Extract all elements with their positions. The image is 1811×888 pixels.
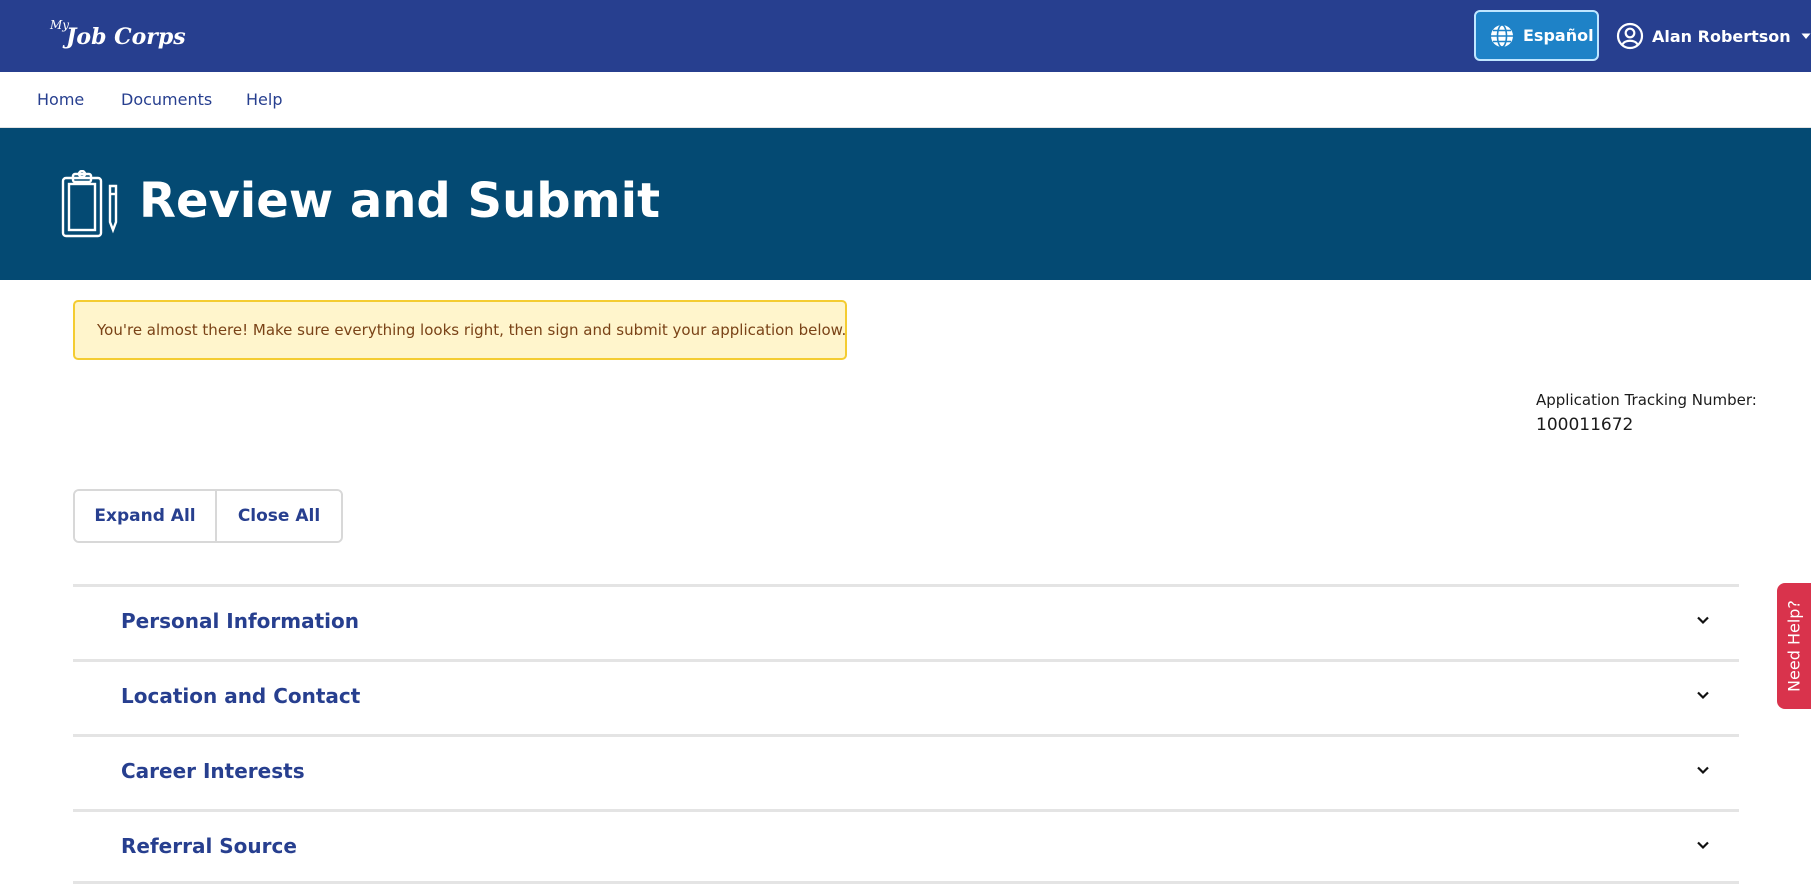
section-location-and-contact[interactable]: Location and Contact bbox=[73, 659, 1739, 734]
language-button-label: Español bbox=[1523, 26, 1594, 45]
chevron-down-icon bbox=[1697, 691, 1709, 700]
section-title: Personal Information bbox=[121, 609, 359, 633]
nav-home[interactable]: Home bbox=[37, 90, 84, 109]
nav-help[interactable]: Help bbox=[246, 90, 282, 109]
globe-icon bbox=[1491, 23, 1513, 48]
review-accordion: Personal Information Location and Contac… bbox=[73, 584, 1739, 884]
expand-all-button[interactable]: Expand All bbox=[75, 491, 217, 541]
chevron-down-icon bbox=[1697, 841, 1709, 850]
need-help-tab[interactable]: Need Help? bbox=[1777, 583, 1811, 709]
caret-down-icon bbox=[1801, 33, 1811, 39]
nav-documents[interactable]: Documents bbox=[121, 90, 212, 109]
chevron-down-icon bbox=[1697, 616, 1709, 625]
language-button[interactable]: Español bbox=[1474, 10, 1599, 61]
section-personal-information[interactable]: Personal Information bbox=[73, 584, 1739, 659]
page-title: Review and Submit bbox=[139, 173, 661, 229]
section-career-interests[interactable]: Career Interests bbox=[73, 734, 1739, 809]
close-all-button[interactable]: Close All bbox=[217, 491, 341, 541]
clipboard-pen-icon bbox=[61, 170, 118, 238]
section-title: Location and Contact bbox=[121, 684, 361, 708]
accordion-controls: Expand All Close All bbox=[73, 489, 343, 543]
user-name: Alan Robertson bbox=[1652, 26, 1791, 46]
logo-text: Job Corps bbox=[66, 24, 186, 50]
user-menu[interactable]: Alan Robertson bbox=[1616, 20, 1811, 52]
section-title: Career Interests bbox=[121, 759, 305, 783]
tracking-number-value: 100011672 bbox=[1536, 415, 1634, 435]
section-title: Referral Source bbox=[121, 834, 297, 858]
top-header: My Job Corps Español Alan Robertson bbox=[0, 0, 1811, 72]
info-alert: You're almost there! Make sure everythin… bbox=[73, 300, 847, 360]
user-circle-icon bbox=[1616, 22, 1644, 50]
info-alert-text: You're almost there! Make sure everythin… bbox=[97, 321, 847, 339]
section-referral-source[interactable]: Referral Source bbox=[73, 809, 1739, 884]
page-banner: Review and Submit bbox=[0, 128, 1811, 280]
chevron-down-icon bbox=[1697, 766, 1709, 775]
tracking-number-label: Application Tracking Number: bbox=[1536, 391, 1757, 409]
main-nav: Home Documents Help bbox=[0, 72, 1811, 128]
need-help-label: Need Help? bbox=[1784, 600, 1804, 692]
